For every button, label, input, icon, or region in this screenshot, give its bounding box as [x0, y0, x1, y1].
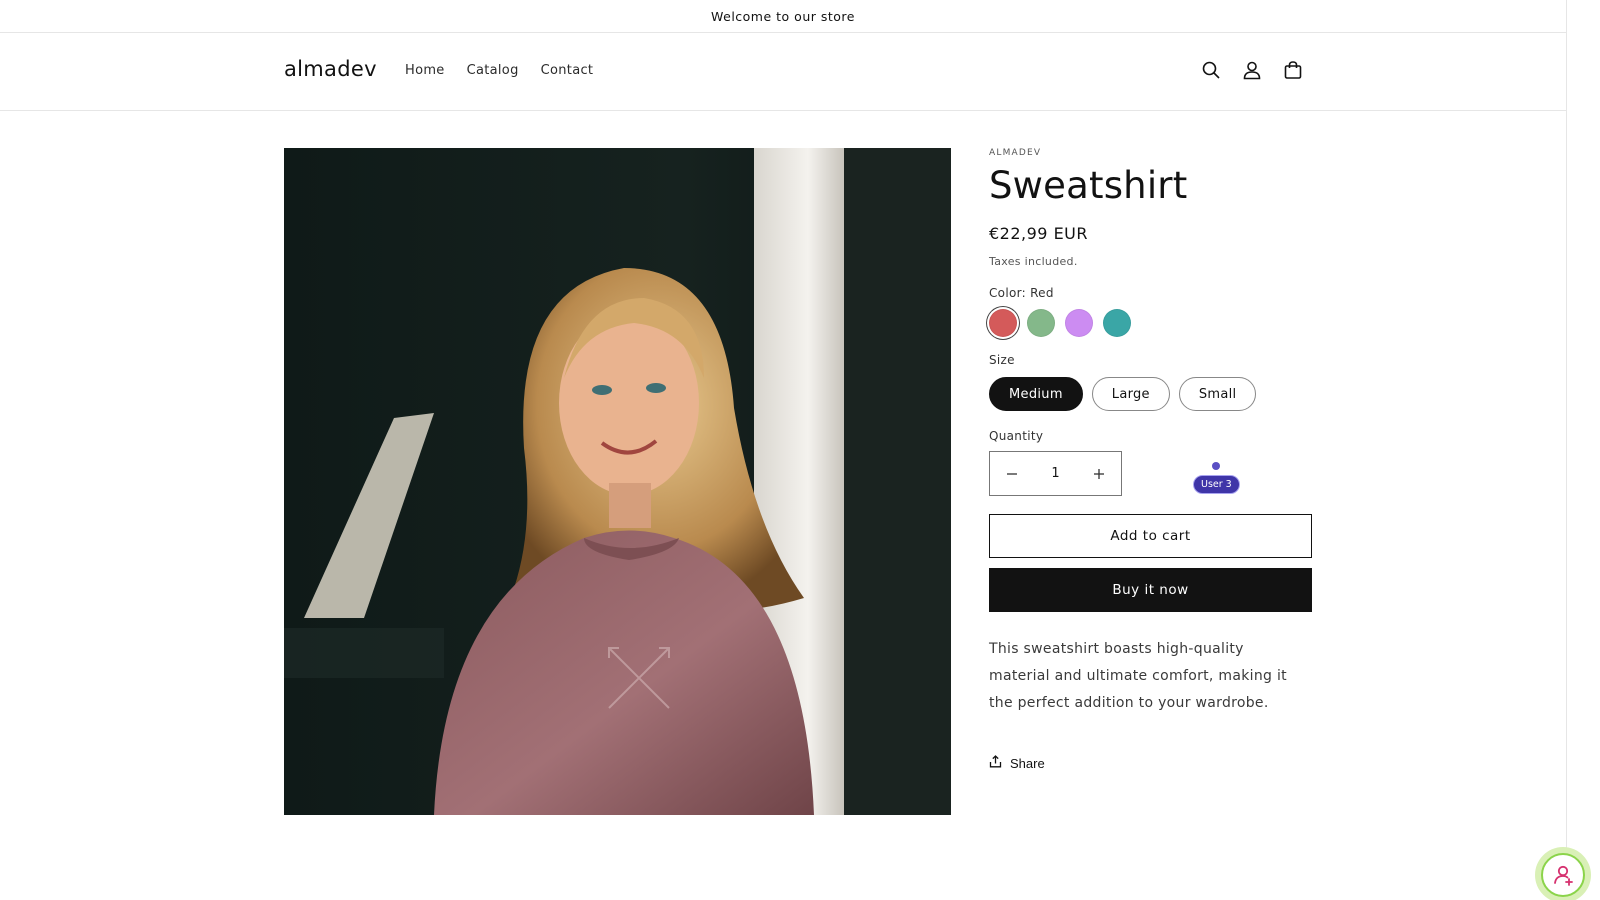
share-icon: [989, 755, 1002, 771]
page-divider: [1566, 0, 1567, 900]
color-swatches: [989, 309, 1312, 337]
size-option-large[interactable]: Large: [1091, 377, 1170, 411]
swatch-red[interactable]: [989, 309, 1017, 337]
share-label: Share: [1010, 755, 1045, 771]
plus-icon[interactable]: [1077, 452, 1121, 495]
swatch-teal[interactable]: [1103, 309, 1131, 337]
collaborator-badge: User 3: [1193, 475, 1240, 494]
product-title: Sweatshirt: [989, 164, 1188, 207]
size-option-medium[interactable]: Medium: [989, 377, 1083, 411]
color-label: Color: Red: [989, 286, 1054, 300]
main-nav: Home Catalog Contact: [405, 63, 593, 78]
size-options: Medium Large Small: [989, 377, 1312, 411]
nav-item-contact[interactable]: Contact: [541, 63, 594, 78]
swatch-green[interactable]: [1027, 309, 1055, 337]
share-button[interactable]: Share: [989, 755, 1312, 771]
quantity-row: [989, 451, 1312, 496]
product-info: ALMADEV Sweatshirt €22,99 EUR Taxes incl…: [989, 148, 1312, 771]
quantity-label: Quantity: [989, 429, 1044, 443]
swatch-purple[interactable]: [1065, 309, 1093, 337]
quantity-input[interactable]: [1035, 466, 1076, 481]
size-option-small[interactable]: Small: [1178, 377, 1257, 411]
header-actions: [1200, 59, 1304, 81]
cursor-dot: [1212, 462, 1221, 470]
add-to-cart-button[interactable]: Add to cart: [989, 514, 1312, 558]
nav-item-home[interactable]: Home: [405, 63, 445, 78]
tax-note: Taxes included.: [989, 255, 1078, 268]
product-image[interactable]: [284, 148, 951, 815]
product-price: €22,99 EUR: [989, 224, 1089, 243]
collaborator-cursor: User 3: [1193, 462, 1240, 494]
buy-now-button[interactable]: Buy it now: [989, 568, 1312, 612]
site-header: almadev Home Catalog Contact: [0, 33, 1566, 111]
size-label: Size: [989, 353, 1015, 367]
search-icon[interactable]: [1200, 59, 1222, 81]
announcement-bar: Welcome to our store: [0, 0, 1566, 33]
minus-icon[interactable]: [990, 452, 1034, 495]
product-photo-illustration: [284, 148, 951, 815]
quantity-stepper: [989, 451, 1122, 496]
store-logo[interactable]: almadev: [284, 57, 377, 81]
cart-icon[interactable]: [1282, 59, 1304, 81]
account-icon[interactable]: [1241, 59, 1263, 81]
collab-widget-button[interactable]: [1535, 847, 1591, 900]
nav-item-catalog[interactable]: Catalog: [467, 63, 519, 78]
announcement-text: Welcome to our store: [711, 8, 855, 24]
product-description: This sweatshirt boasts high-quality mate…: [989, 641, 1287, 711]
add-user-icon: [1541, 853, 1585, 897]
product-vendor: ALMADEV: [989, 148, 1042, 158]
